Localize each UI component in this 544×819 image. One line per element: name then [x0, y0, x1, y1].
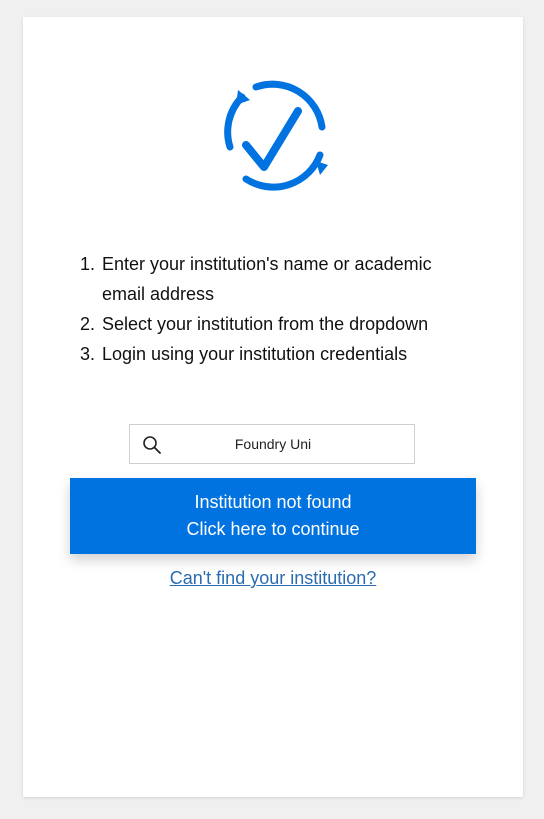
institution-not-found-button[interactable]: Institution not found Click here to cont… — [70, 478, 476, 554]
institution-search-box[interactable] — [129, 424, 415, 464]
button-line-2: Click here to continue — [186, 519, 360, 539]
step-number: 3. — [80, 344, 96, 364]
institution-search-input[interactable] — [170, 425, 376, 463]
step-number: 1. — [80, 254, 96, 274]
circular-checkmark-icon — [224, 80, 328, 191]
instruction-step-2: 2. Select your institution from the drop… — [80, 309, 500, 339]
search-icon — [143, 436, 161, 454]
instructions-list: 1. Enter your institution's name or acad… — [80, 249, 500, 369]
step-text: Enter your institution's name or academi… — [102, 254, 432, 274]
instruction-step-3: 3. Login using your institution credenti… — [80, 339, 500, 369]
step-number: 2. — [80, 314, 96, 334]
cant-find-institution-link[interactable]: Can't find your institution? — [23, 568, 523, 589]
login-card: 1. Enter your institution's name or acad… — [23, 17, 523, 797]
step-text: Login using your institution credentials — [102, 344, 408, 364]
step-text-continued: email address — [102, 284, 215, 304]
step-text: Select your institution from the dropdow… — [102, 314, 429, 334]
instruction-step-1: 1. Enter your institution's name or acad… — [80, 249, 500, 309]
button-line-1: Institution not found — [194, 492, 352, 512]
